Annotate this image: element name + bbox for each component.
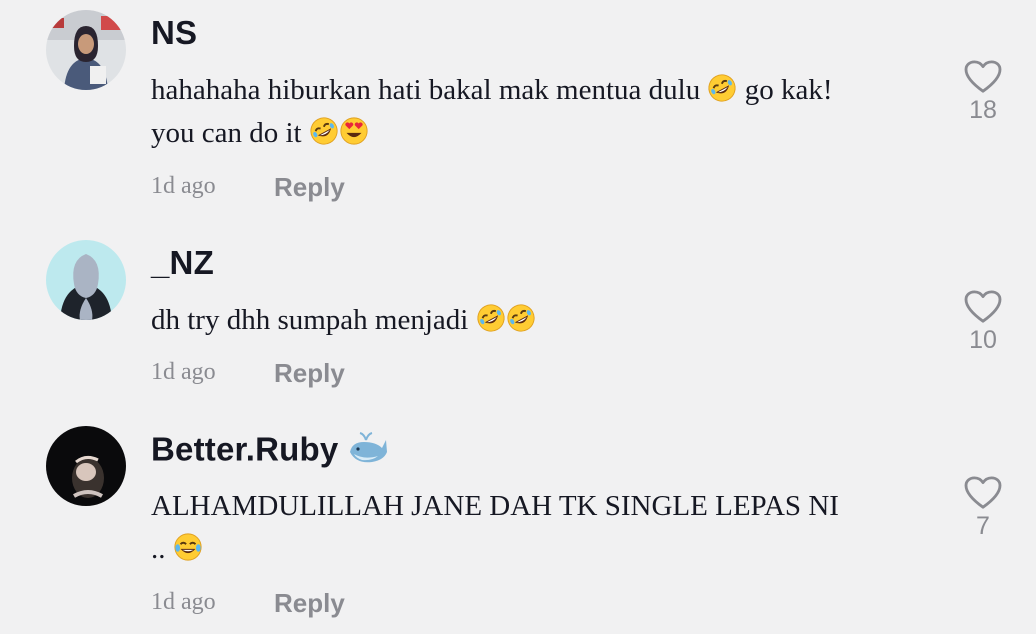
timestamp: 1d ago <box>151 173 216 199</box>
whale-icon <box>348 430 388 474</box>
heart-icon <box>964 60 1002 94</box>
avatar[interactable] <box>46 240 126 320</box>
like-button[interactable]: 10 <box>958 290 1008 355</box>
rofl-emoji-icon <box>506 303 536 333</box>
rofl-emoji-icon <box>707 73 737 103</box>
comment-text: ALHAMDULILLAH JANE DAH TK SINGLE LEPAS N… <box>151 490 839 565</box>
avatar[interactable] <box>46 10 126 90</box>
heart-eyes-emoji-icon <box>339 116 369 146</box>
timestamp: 1d ago <box>151 589 216 615</box>
username[interactable]: NS <box>151 14 197 52</box>
rofl-emoji-icon <box>476 303 506 333</box>
username[interactable]: Better.Ruby <box>151 430 388 474</box>
username-text: Better.Ruby <box>151 430 339 468</box>
joy-emoji-icon <box>173 532 203 562</box>
reply-button[interactable]: Reply <box>274 358 345 389</box>
timestamp: 1d ago <box>151 359 216 385</box>
like-count: 10 <box>969 326 997 354</box>
reply-button[interactable]: Reply <box>274 172 345 203</box>
like-count: 7 <box>976 512 990 540</box>
comment-text: dh try dhh sumpah menjadi <box>151 299 921 342</box>
reply-button[interactable]: Reply <box>274 588 345 619</box>
like-button[interactable]: 18 <box>958 60 1008 125</box>
heart-icon <box>964 290 1002 324</box>
heart-icon <box>964 476 1002 510</box>
like-count: 18 <box>969 96 997 124</box>
username[interactable]: _NZ <box>151 244 214 282</box>
comment-text: hahahaha hiburkan hati bakal mak mentua … <box>151 69 921 155</box>
like-button[interactable]: 7 <box>958 476 1008 541</box>
rofl-emoji-icon <box>309 116 339 146</box>
avatar[interactable] <box>46 426 126 506</box>
